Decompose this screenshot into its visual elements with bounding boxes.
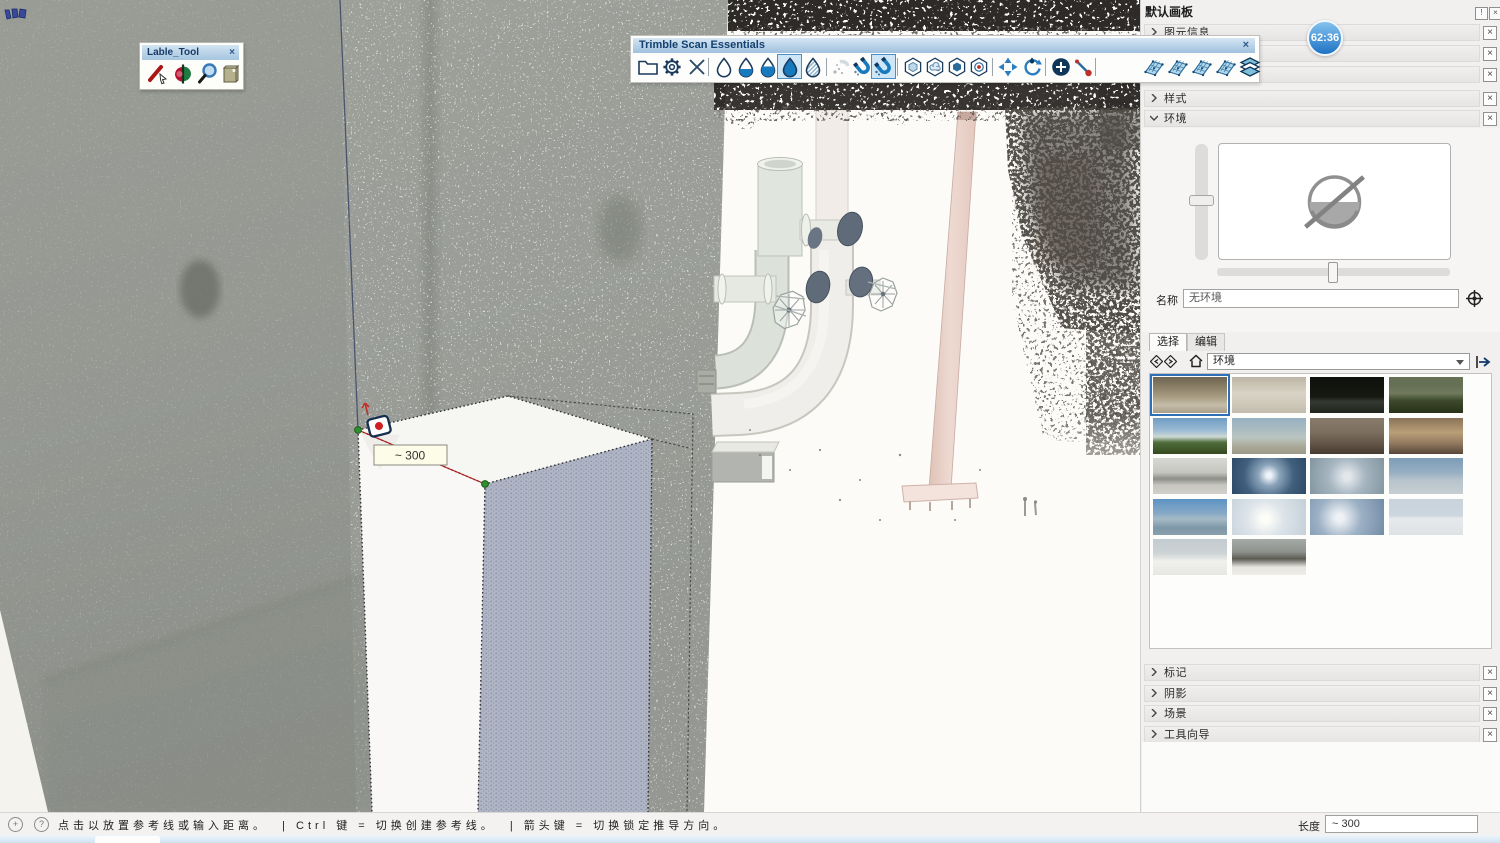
- svg-text:~ 300: ~ 300: [395, 449, 426, 463]
